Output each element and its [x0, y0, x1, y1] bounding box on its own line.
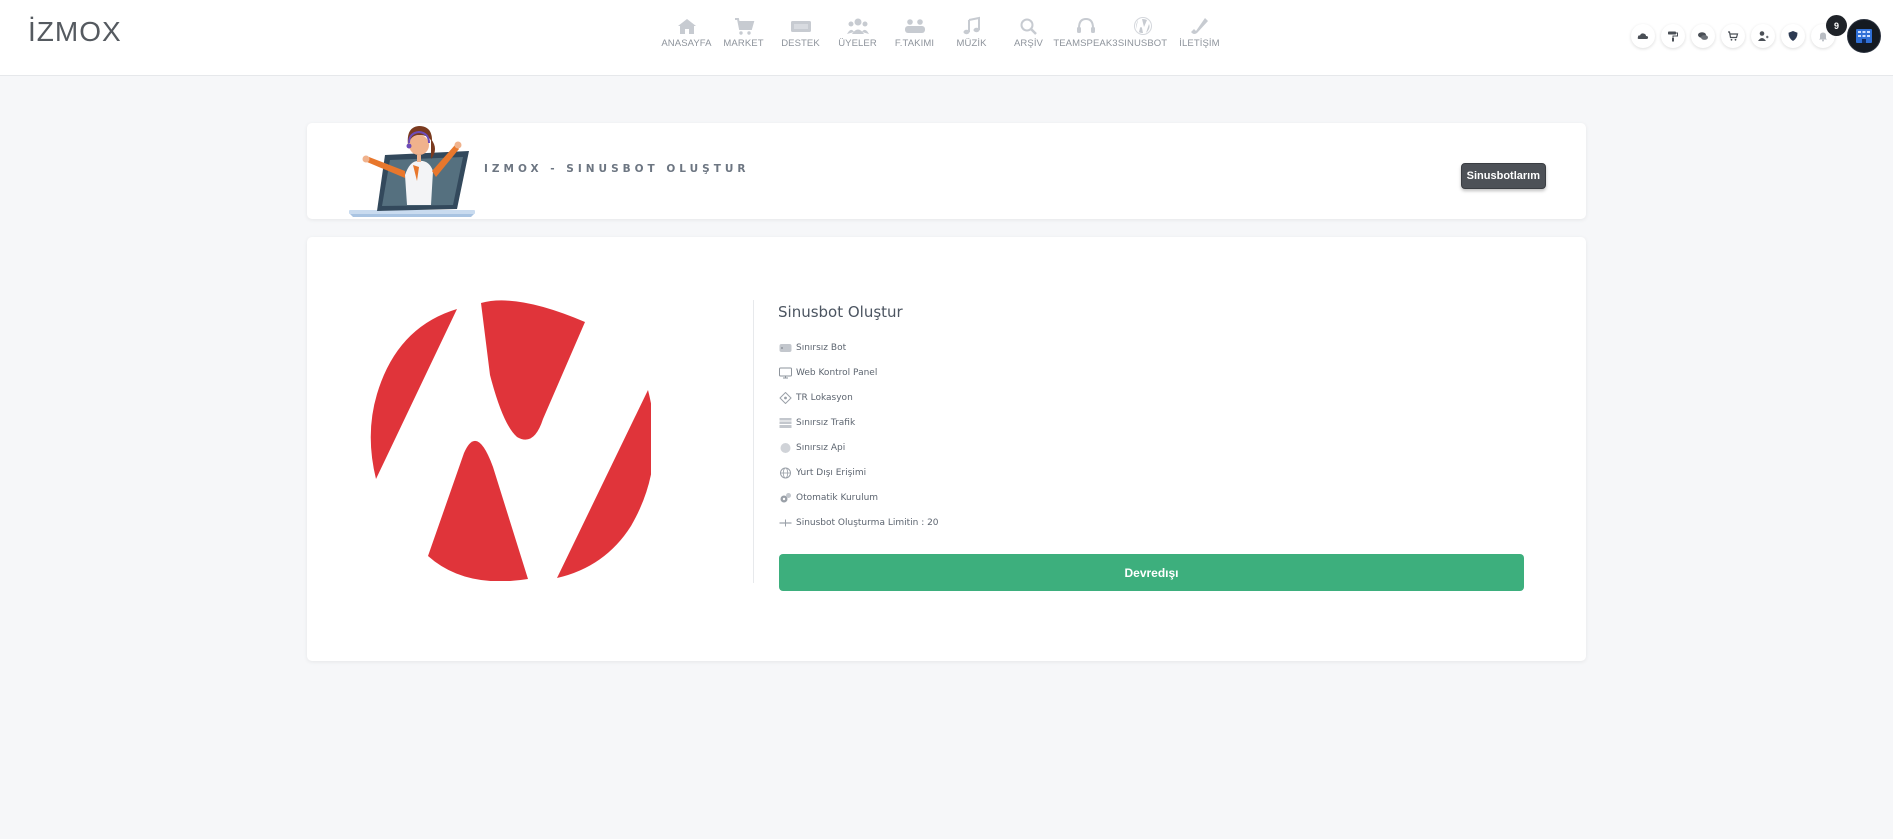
profile-button[interactable] [1751, 24, 1775, 48]
nav-label: MARKET [723, 38, 764, 49]
top-navbar: İZMOX ANASAYFA MARKET DESTEK ÜYELER F.TA… [0, 0, 1893, 76]
my-sinusbots-button[interactable]: Sinusbotlarım [1460, 163, 1546, 189]
feature-item: Sınırsız Trafik [779, 410, 939, 435]
feature-item: Web Kontrol Panel [779, 360, 939, 385]
traffic-icon [779, 416, 792, 429]
api-icon [779, 441, 792, 454]
team-icon [904, 19, 925, 33]
nav-item-muzik[interactable]: MÜZİK [943, 16, 1000, 49]
feature-item: Sinusbot Oluşturma Limitin : 20 [779, 510, 939, 535]
shield-icon [1788, 31, 1798, 41]
avatar-building-icon [1856, 29, 1872, 43]
cart-icon [734, 18, 754, 35]
feature-item: Sınırsız Bot [779, 335, 939, 360]
feature-text: Web Kontrol Panel [796, 367, 878, 378]
monitor-icon [779, 366, 792, 379]
nav-item-uyeler[interactable]: ÜYELER [829, 16, 886, 49]
users-icon [846, 18, 869, 34]
nav-item-iletisim[interactable]: İLETİŞİM [1171, 16, 1228, 49]
nav-item-sinusbot[interactable]: SINUSBOT [1114, 16, 1171, 49]
ticket-icon [790, 21, 811, 32]
avatar[interactable] [1847, 19, 1881, 53]
nav-label: ÜYELER [838, 38, 877, 49]
notification-count-badge: 9 [1826, 15, 1847, 36]
vertical-divider [753, 300, 754, 583]
feature-text: TR Lokasyon [796, 392, 853, 403]
main-nav: ANASAYFA MARKET DESTEK ÜYELER F.TAKIMI M… [658, 16, 1228, 49]
nav-item-market[interactable]: MARKET [715, 16, 772, 49]
nav-label: MÜZİK [956, 38, 987, 49]
support-agent-illustration [349, 126, 475, 217]
nav-label: İLETİŞİM [1179, 38, 1220, 49]
chat-button[interactable] [1691, 24, 1715, 48]
paint-roller-icon [1668, 31, 1678, 42]
site-logo[interactable]: İZMOX [28, 16, 122, 48]
cloud-button[interactable] [1631, 24, 1655, 48]
nav-label: DESTEK [781, 38, 820, 49]
theme-button[interactable] [1661, 24, 1685, 48]
headset-icon [1076, 17, 1095, 33]
nav-item-destek[interactable]: DESTEK [772, 16, 829, 49]
search-icon [1020, 18, 1037, 35]
feature-item: Sınırsız Api [779, 435, 939, 460]
page-banner: IZMOX - SINUSBOT OLUŞTUR Sinusbotlarım [307, 123, 1586, 219]
limit-icon [779, 516, 792, 529]
header-actions [1631, 24, 1835, 48]
sinusbot-icon [1133, 17, 1152, 35]
gear-icon [779, 491, 792, 504]
globe-icon [779, 466, 792, 479]
phone-icon [1190, 18, 1208, 34]
nav-label: SINUSBOT [1117, 38, 1168, 49]
cart-icon [1728, 31, 1739, 41]
nav-label: TEAMSPEAK3 [1053, 38, 1118, 49]
music-icon [963, 16, 980, 35]
feature-item: Otomatik Kurulum [779, 485, 939, 510]
security-button[interactable] [1781, 24, 1805, 48]
page-title: IZMOX - SINUSBOT OLUŞTUR [484, 163, 750, 175]
location-icon [779, 391, 792, 404]
nav-item-ftakimi[interactable]: F.TAKIMI [886, 16, 943, 49]
feature-item: TR Lokasyon [779, 385, 939, 410]
product-title: Sinusbot Oluştur [778, 303, 903, 321]
feature-item: Yurt Dışı Erişimi [779, 460, 939, 485]
feature-text: Sınırsız Api [796, 442, 846, 453]
chat-icon [1698, 32, 1708, 40]
user-icon [1758, 31, 1769, 41]
create-sinusbot-button[interactable]: Devredışı [779, 554, 1524, 591]
nav-item-teamspeak3[interactable]: TEAMSPEAK3 [1053, 16, 1118, 49]
nav-item-arsiv[interactable]: ARŞİV [1000, 16, 1057, 49]
feature-text: Otomatik Kurulum [796, 492, 879, 503]
server-icon [779, 341, 792, 354]
nav-item-anasayfa[interactable]: ANASAYFA [658, 16, 715, 49]
nav-label: ANASAYFA [661, 38, 712, 49]
feature-text: Sinusbot Oluşturma Limitin : 20 [796, 517, 939, 528]
nav-label: ARŞİV [1013, 38, 1043, 49]
nav-label: F.TAKIMI [894, 38, 935, 49]
feature-text: Sınırsız Bot [796, 342, 847, 353]
feature-list: Sınırsız Bot Web Kontrol Panel TR Lokasy… [779, 335, 939, 535]
cart-button[interactable] [1721, 24, 1745, 48]
sinusbot-create-panel: Sinusbot Oluştur Sınırsız Bot Web Kontro… [307, 237, 1586, 661]
cloud-icon [1637, 33, 1649, 39]
feature-text: Sınırsız Trafik [796, 417, 856, 428]
feature-text: Yurt Dışı Erişimi [796, 467, 867, 478]
sinusbot-logo [370, 300, 651, 581]
home-icon [677, 19, 696, 34]
